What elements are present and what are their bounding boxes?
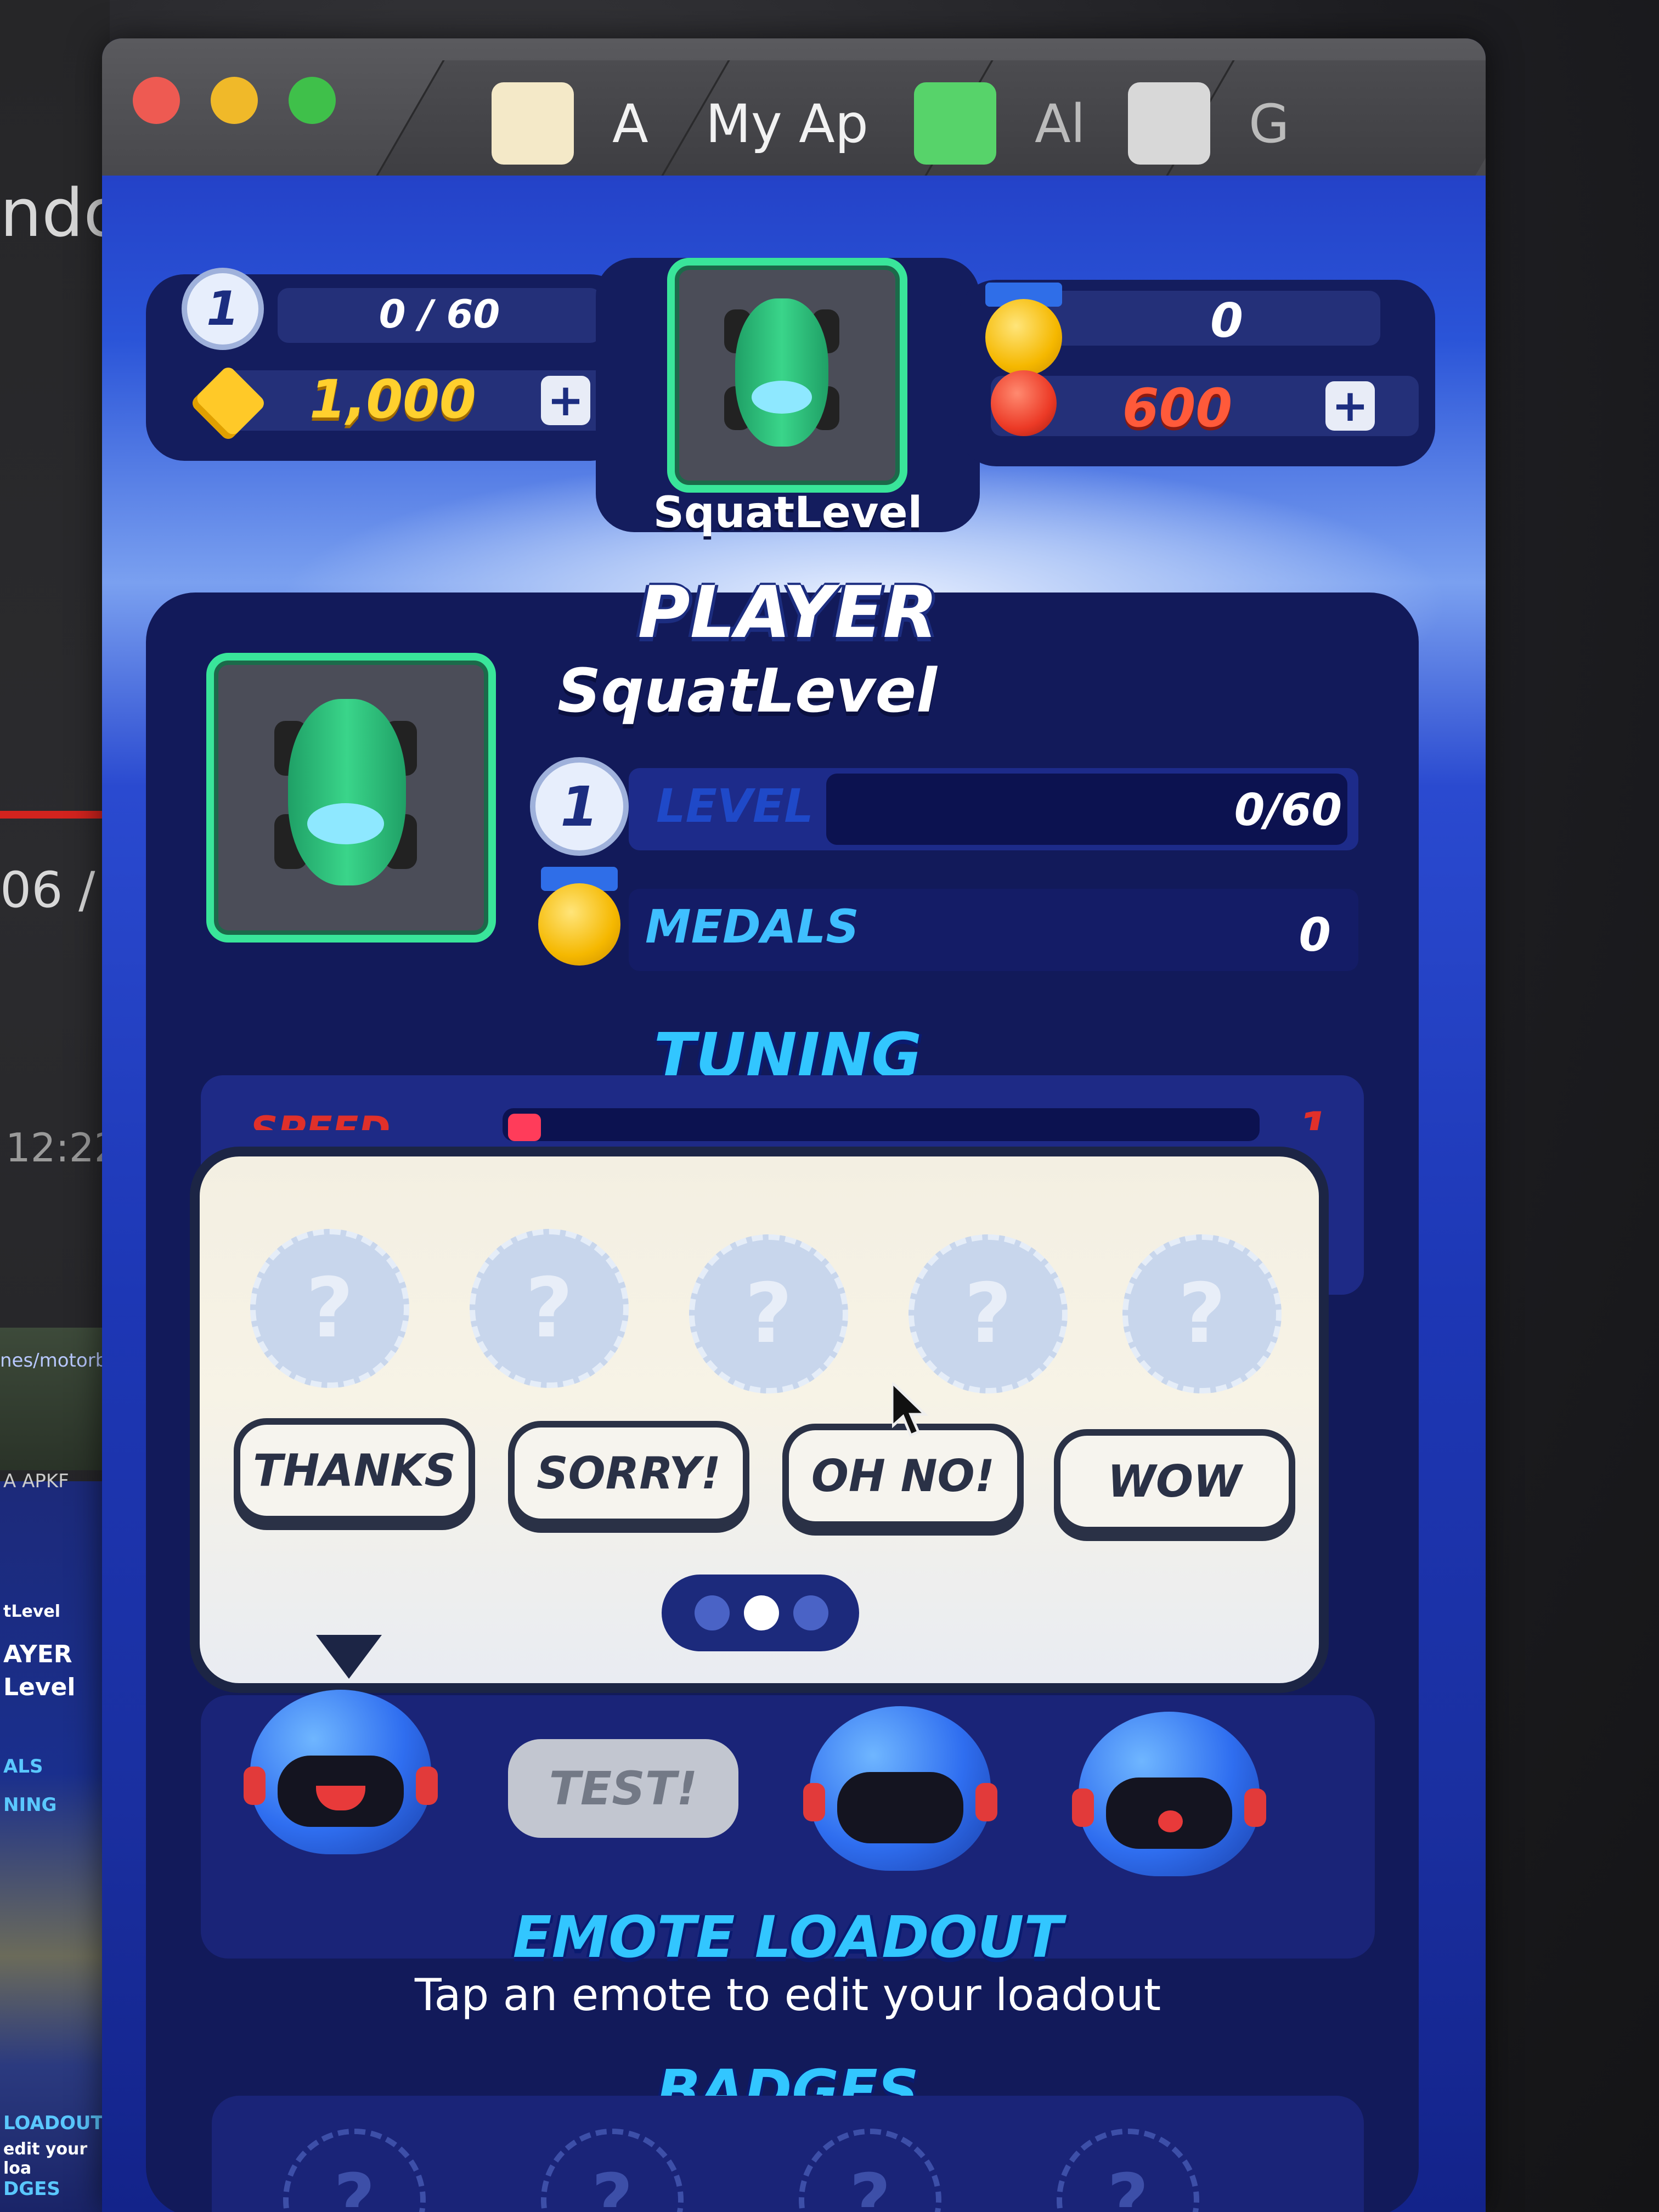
hud-gems-value: 600 <box>1122 377 1233 439</box>
emote-slot-4[interactable]: ? <box>909 1234 1068 1393</box>
car-icon <box>735 298 828 447</box>
hud-coins-value: 1,000 <box>309 369 476 430</box>
thumb-text: NING <box>3 1794 57 1816</box>
thumb-text: Level <box>3 1673 76 1701</box>
download-app-icon <box>492 82 574 165</box>
speed-bar-fill <box>508 1114 541 1141</box>
tab-2-label: My Ap <box>706 93 868 155</box>
zoom-window-button[interactable] <box>289 77 336 124</box>
thumb-text: AYER <box>3 1640 72 1668</box>
page-dot-3[interactable] <box>793 1595 828 1630</box>
medals-value: 0 <box>1299 908 1331 962</box>
level-progress-text: 0/60 <box>1234 785 1342 836</box>
emote-loadout-title: EMOTE LOADOUT <box>512 1904 1063 1971</box>
tab-3-label: Al <box>1035 93 1086 155</box>
level-label: LEVEL <box>656 779 814 833</box>
app-window: A My Ap Al G 1 0 / 60 1,000 + SquatLevel <box>102 38 1486 2212</box>
thumb-text: DGES <box>3 2178 60 2200</box>
add-gems-button[interactable]: + <box>1325 381 1375 431</box>
game-viewport: 1 0 / 60 1,000 + SquatLevel 0 600 + PLAY… <box>102 176 1486 2212</box>
wow-emote-button[interactable]: WOW <box>1054 1429 1295 1533</box>
red-gem-icon <box>991 370 1057 436</box>
hud-level-badge: 1 <box>182 268 264 350</box>
hud-xp-text: 0 / 60 <box>379 292 500 337</box>
minimize-window-button[interactable] <box>211 77 258 124</box>
thanks-emote-button[interactable]: THANKS <box>234 1418 475 1522</box>
emote-loadout-hint: Tap an emote to edit your loadout <box>414 1970 1161 2021</box>
medals-label: MEDALS <box>645 900 859 953</box>
hud-avatar-frame[interactable] <box>667 258 907 493</box>
background-game-thumbnail: A APKF tLevel AYER Level ALS NING LOADOU… <box>0 1470 107 2212</box>
add-coins-button[interactable]: + <box>541 376 590 425</box>
popup-pointer <box>316 1635 382 1679</box>
hud-medals-value: 0 <box>1210 294 1243 348</box>
aptoide-icon <box>914 82 996 165</box>
car-icon <box>288 699 406 885</box>
background-thumbnail <box>0 1328 107 1470</box>
emote-slot-3[interactable]: ? <box>689 1234 848 1393</box>
google-play-icon <box>1128 82 1210 165</box>
tab-4-label: G <box>1249 93 1290 155</box>
thumb-text: LOADOUT <box>3 2112 104 2134</box>
thumb-text: edit your loa <box>3 2140 88 2178</box>
speed-label: SPEED <box>250 1108 390 1130</box>
thumb-text: tLevel <box>3 1602 60 1621</box>
medal-icon <box>985 299 1062 376</box>
mouse-cursor-icon <box>890 1379 930 1440</box>
background-video-progress <box>0 811 104 819</box>
emote-slot-2[interactable]: ? <box>470 1229 629 1388</box>
player-level-badge: 1 <box>530 757 629 856</box>
title-bar: A My Ap Al G <box>102 38 1486 176</box>
page-dot-1[interactable] <box>695 1595 730 1630</box>
speed-value: 1 <box>1298 1103 1329 1130</box>
sorry-emote-button[interactable]: SORRY! <box>508 1421 749 1525</box>
hud-player-name: SquatLevel <box>653 488 923 538</box>
emote-slot-1[interactable]: ? <box>250 1229 409 1388</box>
page-dot-2[interactable] <box>744 1595 779 1630</box>
background-text-2: 06 / <box>0 861 95 919</box>
medal-icon <box>538 883 620 966</box>
speed-bar[interactable] <box>503 1108 1260 1141</box>
emote-robot-2[interactable] <box>803 1706 997 1871</box>
player-title: PLAYER <box>637 571 938 654</box>
thumb-text: ALS <box>3 1756 43 1778</box>
background-text-4: nes/motorb <box>0 1350 108 1372</box>
background-text-5: A APKF <box>3 1470 69 1492</box>
emote-robot-1[interactable] <box>244 1690 438 1854</box>
tab-1-label: A <box>612 93 648 155</box>
emote-robot-3[interactable] <box>1072 1712 1266 1876</box>
close-window-button[interactable] <box>133 77 180 124</box>
player-avatar-frame[interactable] <box>206 653 496 943</box>
emote-slot-5[interactable]: ? <box>1122 1234 1282 1393</box>
player-name: SquatLevel <box>557 656 937 726</box>
test-emote-button[interactable]: TEST! <box>508 1739 738 1838</box>
